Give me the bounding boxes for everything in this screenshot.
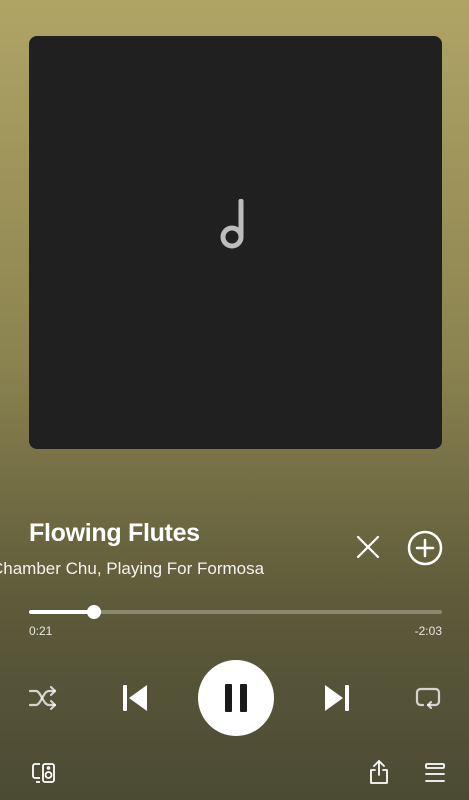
previous-button[interactable]	[116, 680, 154, 716]
pause-icon	[225, 684, 247, 712]
share-button[interactable]	[364, 757, 394, 787]
remaining-time: -2:03	[414, 624, 442, 638]
progress-fill	[29, 610, 94, 614]
share-icon	[370, 760, 388, 784]
album-artwork	[29, 36, 442, 449]
skip-next-icon	[325, 685, 349, 711]
progress-bar[interactable]	[29, 605, 442, 619]
add-to-library-button[interactable]	[405, 528, 445, 568]
artist-marquee: Chamber Chu, Playing For Formosa	[0, 556, 330, 582]
close-icon	[356, 535, 380, 559]
next-button[interactable]	[318, 680, 356, 716]
connect-device-icon	[32, 763, 55, 783]
close-button[interactable]	[352, 531, 384, 563]
repeat-icon	[415, 687, 441, 710]
elapsed-time: 0:21	[29, 624, 53, 638]
skip-previous-icon	[123, 685, 147, 711]
music-note-icon	[220, 198, 243, 248]
repeat-button[interactable]	[412, 682, 444, 714]
track-artist[interactable]: Chamber Chu, Playing For Formosa	[0, 559, 264, 579]
track-title: Flowing Flutes	[29, 519, 200, 547]
add-circle-icon	[407, 530, 443, 566]
queue-icon	[425, 763, 445, 782]
queue-button[interactable]	[421, 758, 449, 788]
pause-button[interactable]	[198, 660, 274, 736]
shuffle-icon	[28, 685, 57, 711]
devices-button[interactable]	[29, 758, 59, 788]
progress-knob[interactable]	[86, 605, 101, 619]
shuffle-button[interactable]	[27, 682, 59, 714]
